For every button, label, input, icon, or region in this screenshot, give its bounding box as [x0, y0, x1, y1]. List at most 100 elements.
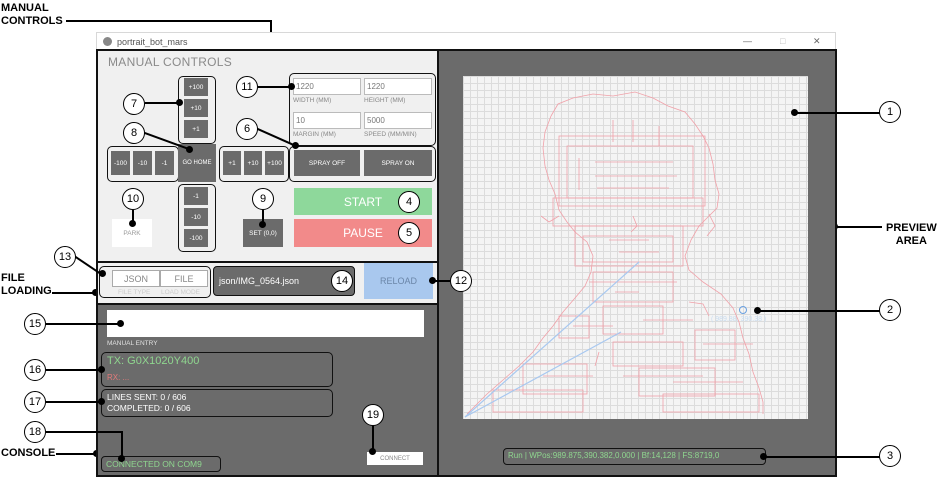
window-title: portrait_bot_mars	[117, 37, 188, 47]
preview-area-leader	[834, 226, 882, 228]
leader-1	[796, 112, 880, 114]
callout-number-15: 15	[24, 313, 46, 335]
callout-preview-area: PREVIEW AREA	[886, 222, 937, 247]
leader-17	[46, 401, 102, 403]
jog-x-minus-1-button[interactable]: -1	[155, 151, 174, 175]
file-loading-leader	[52, 292, 95, 294]
jog-y-plus-100-button[interactable]: +100	[184, 78, 208, 96]
tx-text: TX: G0X1020Y400	[107, 355, 200, 367]
callout-number-7: 7	[123, 93, 145, 115]
manual-entry-input[interactable]	[107, 310, 424, 337]
callout-manual-controls: MANUAL CONTROLS	[1, 2, 63, 27]
completed-text: COMPLETED: 0 / 606	[107, 403, 191, 413]
callout-number-8: 8	[123, 122, 145, 144]
file-type-label: FILE TYPE	[118, 289, 151, 296]
callout-file-loading: FILE LOADING	[1, 272, 52, 297]
pen-position-marker	[739, 306, 747, 314]
file-path-text: json/IMG_0564.json	[219, 276, 300, 286]
jog-x-minus-100-button[interactable]: -100	[111, 151, 130, 175]
jog-x-minus-10-button[interactable]: -10	[133, 151, 152, 175]
margin-input[interactable]: 10	[293, 112, 361, 129]
callout-number-2: 2	[879, 299, 901, 321]
height-input[interactable]: 1220	[364, 78, 432, 95]
speed-label: SPEED (MM/MIN)	[364, 131, 417, 138]
maximize-button[interactable]: □	[780, 36, 785, 46]
leader-2-dot	[754, 307, 761, 314]
leader-17-dot	[98, 398, 105, 405]
leader-8-dot	[186, 146, 193, 153]
manual-entry-label: MANUAL ENTRY	[107, 340, 158, 347]
callout-number-10: 10	[122, 188, 144, 210]
leader-9-dot	[259, 221, 266, 228]
leader-7-dot	[176, 99, 183, 106]
leader-6-dot	[292, 142, 299, 149]
leader-16-dot	[98, 366, 105, 373]
leader-18-dot	[118, 455, 125, 462]
load-mode-toggle[interactable]: FILE	[160, 270, 208, 287]
leader-16	[46, 369, 102, 371]
callout-number-9: 9	[252, 188, 274, 210]
width-input[interactable]: 1220	[293, 78, 361, 95]
callout-console: CONSOLE	[1, 447, 56, 459]
leader-1-dot	[791, 109, 798, 116]
callout-number-18: 18	[24, 421, 46, 443]
leader-15	[46, 323, 120, 325]
leader-3-dot	[760, 453, 767, 460]
leader-19-dot	[369, 448, 376, 455]
status-bar-text: Run | WPos:989.875,390.382,0.000 | Bf:14…	[508, 451, 720, 460]
callout-number-1: 1	[879, 101, 901, 123]
lines-sent-text: LINES SENT: 0 / 606	[107, 392, 187, 402]
manual-controls-leader	[66, 20, 272, 22]
callout-number-17: 17	[24, 391, 46, 413]
leader-10-dot	[129, 220, 136, 227]
close-button[interactable]: ✕	[813, 36, 821, 47]
go-home-button[interactable]: GO HOME	[178, 144, 216, 182]
leader-2	[758, 310, 880, 312]
spray-off-button[interactable]: SPRAY OFF	[294, 150, 360, 176]
minimize-button[interactable]: —	[743, 36, 752, 46]
leader-15-dot	[117, 320, 124, 327]
callout-number-6: 6	[236, 118, 258, 140]
spray-on-button[interactable]: SPRAY ON	[364, 150, 432, 176]
callout-number-4: 4	[398, 191, 420, 213]
callout-number-12: 12	[450, 270, 472, 292]
callout-number-16: 16	[24, 359, 46, 381]
margin-label: MARGIN (MM)	[293, 131, 336, 138]
jog-x-plus-100-button[interactable]: +100	[265, 151, 284, 175]
console-leader	[56, 453, 96, 455]
leader-13-dot	[99, 270, 106, 277]
leader-7	[145, 102, 180, 104]
speed-input[interactable]: 5000	[364, 112, 432, 129]
callout-number-19: 19	[362, 404, 384, 426]
callout-number-5: 5	[398, 222, 420, 244]
callout-number-11: 11	[236, 76, 258, 98]
jog-y-minus-100-button[interactable]: -100	[184, 229, 208, 247]
jog-y-minus-10-button[interactable]: -10	[184, 208, 208, 226]
load-mode-label: LOAD MODE	[161, 289, 201, 296]
leader-18	[46, 431, 122, 433]
width-label: WIDTH (MM)	[293, 97, 332, 104]
leader-19	[372, 426, 374, 450]
leader-18-drop	[121, 431, 123, 458]
callout-number-3: 3	[879, 445, 901, 467]
leader-11	[258, 86, 292, 88]
callout-number-14: 14	[331, 270, 353, 292]
jog-x-plus-1-button[interactable]: +1	[223, 151, 241, 175]
jog-y-plus-10-button[interactable]: +10	[184, 99, 208, 117]
rx-text: RX: ...	[107, 373, 130, 382]
pen-position-label: ( 989.88, 390.38 )	[711, 316, 767, 323]
leader-3	[764, 456, 880, 458]
drawing-preview-svg	[464, 91, 764, 418]
connect-button[interactable]: CONNECT	[367, 452, 423, 465]
reload-button[interactable]: RELOAD	[364, 263, 433, 299]
jog-y-plus-1-button[interactable]: +1	[184, 120, 208, 138]
preview-canvas[interactable]	[463, 76, 808, 419]
height-label: HEIGHT (MM)	[364, 97, 406, 104]
jog-x-plus-10-button[interactable]: +10	[244, 151, 262, 175]
callout-number-13: 13	[54, 246, 76, 268]
leader-12-dot	[429, 277, 436, 284]
jog-y-minus-1-button[interactable]: -1	[184, 187, 208, 205]
file-type-toggle[interactable]: JSON	[112, 270, 160, 287]
portrait-paths	[466, 91, 764, 415]
leader-11-dot	[288, 83, 295, 90]
